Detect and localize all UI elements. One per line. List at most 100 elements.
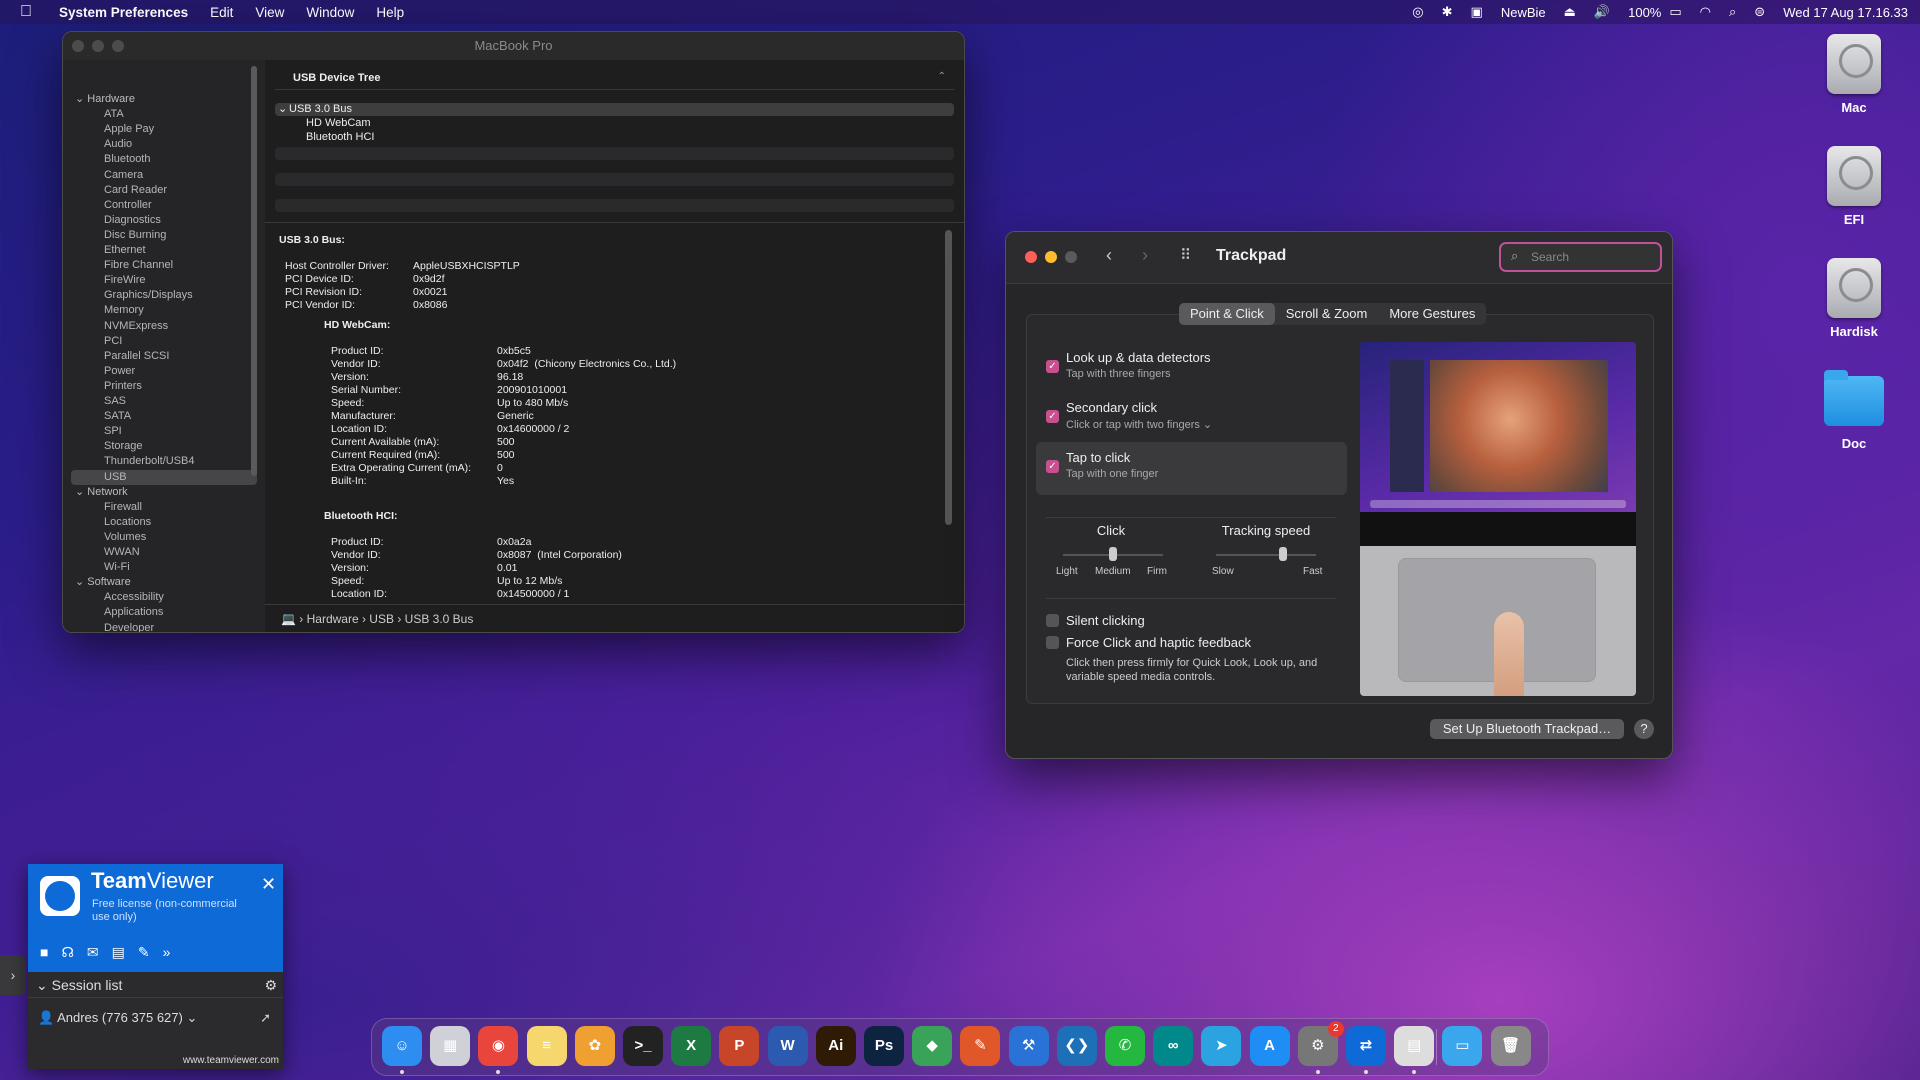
menu-edit[interactable]: Edit: [199, 5, 244, 20]
sidebar-item[interactable]: Developer: [63, 621, 265, 633]
dock-illustrator-icon[interactable]: Ai: [815, 1026, 856, 1066]
desktop-icon-doc[interactable]: Doc: [1814, 370, 1894, 451]
tab-scroll-zoom[interactable]: Scroll & Zoom: [1275, 303, 1379, 325]
gear-icon[interactable]: ⚙: [264, 972, 277, 998]
menu-window[interactable]: Window: [295, 5, 365, 20]
zoom-button[interactable]: [112, 40, 124, 52]
video-icon[interactable]: ■: [40, 944, 48, 961]
sidebar-group[interactable]: ⌄ Network: [63, 485, 265, 500]
files-icon[interactable]: ▤: [112, 944, 125, 961]
sidebar-item[interactable]: USB: [71, 469, 257, 485]
option-tap-to-click[interactable]: Tap to click Tap with one finger: [1066, 450, 1158, 480]
checkbox-secondary-click[interactable]: ✓: [1046, 410, 1059, 423]
sidebar-item[interactable]: Diagnostics: [63, 213, 265, 228]
sidebar-item[interactable]: WWAN: [63, 545, 265, 560]
dock-word-icon[interactable]: W: [767, 1026, 808, 1066]
close-button[interactable]: [72, 40, 84, 52]
volume-icon[interactable]: 🔊: [1585, 4, 1619, 20]
clock[interactable]: Wed 17 Aug 17.16.33: [1774, 5, 1920, 20]
back-chevron-icon[interactable]: ‹: [1106, 245, 1112, 266]
tree-row-webcam[interactable]: HD WebCam: [275, 117, 954, 130]
dock-chrome-icon[interactable]: ◉: [478, 1026, 519, 1066]
sidebar-item[interactable]: Controller: [63, 198, 265, 213]
sidebar-group[interactable]: ⌄ Software: [63, 575, 265, 590]
setup-bluetooth-trackpad-button[interactable]: Set Up Bluetooth Trackpad…: [1430, 719, 1624, 739]
dock-telegram-icon[interactable]: ➤: [1201, 1026, 1242, 1066]
sidebar-item[interactable]: Storage: [63, 439, 265, 454]
sidebar-item[interactable]: ATA: [63, 107, 265, 122]
dock-photoshop-icon[interactable]: Ps: [864, 1026, 904, 1066]
cursor-icon[interactable]: ➚: [260, 1010, 271, 1026]
help-button[interactable]: ?: [1634, 719, 1654, 739]
dock-excel-icon[interactable]: X: [671, 1026, 712, 1066]
sidebar-item[interactable]: Parallel SCSI: [63, 349, 265, 364]
battery-icon[interactable]: ▭: [1660, 4, 1690, 20]
status-chart-icon[interactable]: ▣: [1462, 4, 1492, 20]
headset-icon[interactable]: ☊: [61, 944, 73, 961]
minimize-button[interactable]: [1045, 251, 1057, 263]
teamviewer-url[interactable]: www.teamviewer.com: [183, 1055, 279, 1066]
minimize-button[interactable]: [92, 40, 104, 52]
dock-terminal-icon[interactable]: >_: [623, 1026, 663, 1066]
sidebar-item[interactable]: Volumes: [63, 530, 265, 545]
sidebar-item[interactable]: Graphics/Displays: [63, 288, 265, 303]
close-icon[interactable]: ✕: [261, 874, 276, 895]
dock-teamviewer-icon[interactable]: ⇄: [1346, 1026, 1386, 1066]
more-chevrons-icon[interactable]: »: [163, 944, 171, 961]
sidebar-item[interactable]: Bluetooth: [63, 152, 265, 167]
session-list-header[interactable]: ⌄ Session list ⚙: [28, 972, 283, 998]
chat-icon[interactable]: ✉: [87, 944, 99, 961]
session-user[interactable]: 👤 Andres (776 375 627) ⌄: [38, 1010, 197, 1026]
desktop-icon-efi[interactable]: EFI: [1814, 146, 1894, 227]
apple-menu-icon[interactable]: : [20, 3, 38, 21]
dock-vscode-icon[interactable]: ❮❯: [1056, 1026, 1097, 1066]
option-lookup[interactable]: Look up & data detectors Tap with three …: [1066, 350, 1211, 380]
dock-arduino-icon[interactable]: ∞: [1153, 1026, 1194, 1066]
sidebar-item[interactable]: Disc Burning: [63, 228, 265, 243]
click-slider-knob[interactable]: [1109, 547, 1117, 561]
option-force-click[interactable]: Force Click and haptic feedback: [1066, 635, 1251, 650]
checkbox-silent-clicking[interactable]: [1046, 614, 1059, 627]
close-button[interactable]: [1025, 251, 1037, 263]
option-silent-clicking[interactable]: Silent clicking: [1066, 613, 1145, 628]
tab-more-gestures[interactable]: More Gestures: [1378, 303, 1486, 325]
dock-launchpad-icon[interactable]: ▦: [430, 1026, 471, 1066]
forward-chevron-icon[interactable]: ›: [1142, 245, 1148, 266]
tools-icon[interactable]: ✎: [138, 944, 150, 961]
dock-trash-icon[interactable]: 🗑: [1490, 1026, 1531, 1066]
device-tree-header[interactable]: USB Device Tree: [275, 66, 954, 90]
sidebar-item[interactable]: NVMExpress: [63, 319, 265, 334]
zoom-button[interactable]: [1065, 251, 1077, 263]
sidebar-item[interactable]: FireWire: [63, 273, 265, 288]
desktop-icon-hardisk[interactable]: Hardisk: [1814, 258, 1894, 339]
option-secondary-click[interactable]: Secondary click Click or tap with two fi…: [1066, 400, 1212, 431]
checkbox-tap-to-click[interactable]: ✓: [1046, 460, 1059, 473]
sidebar-item[interactable]: SPI: [63, 424, 265, 439]
dock-app-store-icon[interactable]: A: [1249, 1026, 1290, 1066]
sidebar-item[interactable]: Fibre Channel: [63, 258, 265, 273]
sidebar-item[interactable]: SATA: [63, 409, 265, 424]
sidebar-group[interactable]: ⌄ Hardware: [63, 92, 265, 107]
dock-android-studio-icon[interactable]: ◆: [912, 1026, 953, 1066]
show-all-grid-icon[interactable]: ⠿: [1180, 246, 1191, 264]
sidebar-scrollbar[interactable]: [251, 66, 257, 476]
detail-scrollbar[interactable]: [945, 230, 952, 525]
sidebar-item[interactable]: Ethernet: [63, 243, 265, 258]
sidebar-item[interactable]: Thunderbolt/USB4: [63, 454, 265, 469]
sidebar-item[interactable]: Firewall: [63, 500, 265, 515]
tree-row-usb-bus[interactable]: ⌄ USB 3.0 Bus: [275, 103, 954, 116]
breadcrumb-path[interactable]: › Hardware › USB › USB 3.0 Bus: [299, 612, 473, 626]
sidebar-item[interactable]: Wi-Fi: [63, 560, 265, 575]
chevron-up-icon[interactable]: ⌃: [938, 71, 946, 82]
sidebar-item[interactable]: Camera: [63, 168, 265, 183]
checkbox-lookup[interactable]: ✓: [1046, 360, 1059, 373]
dock-instruments-icon[interactable]: ✎: [960, 1026, 1001, 1066]
sidebar-item[interactable]: Printers: [63, 379, 265, 394]
checkbox-force-click[interactable]: [1046, 636, 1059, 649]
menu-view[interactable]: View: [244, 5, 295, 20]
user-name[interactable]: NewBie: [1492, 5, 1555, 20]
dock-whatsapp-icon[interactable]: ✆: [1105, 1026, 1145, 1066]
tree-row-bluetooth[interactable]: Bluetooth HCI: [275, 131, 954, 144]
status-circle-icon[interactable]: ◎: [1403, 4, 1432, 20]
dock-downloads-folder-icon[interactable]: ▭: [1442, 1026, 1483, 1066]
